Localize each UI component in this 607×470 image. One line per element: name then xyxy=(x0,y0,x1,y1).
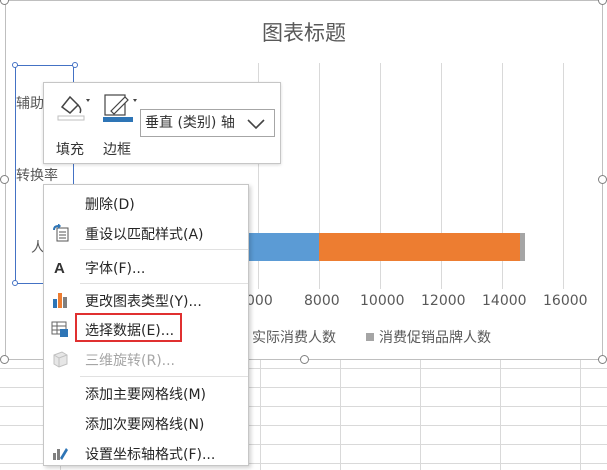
svg-text:A: A xyxy=(54,260,65,276)
bar-segment-2[interactable] xyxy=(319,233,521,261)
menu-item-label: 删除(D) xyxy=(85,197,135,213)
chart-element-value: 垂直 (类别) 轴 xyxy=(145,115,235,131)
menu-item-format-axis[interactable]: 设置坐标轴格式(F)... xyxy=(44,439,248,467)
x-tick-label: 10000 xyxy=(360,293,405,309)
paint-bucket-icon xyxy=(57,95,90,121)
bar-segment-3[interactable] xyxy=(520,233,525,261)
reset-style-icon xyxy=(53,224,69,242)
context-menu: 删除(D) 重设以匹配样式(A) A 字体(F)... 更改图表类型(Y)... xyxy=(43,184,249,466)
legend-item[interactable]: 消费促销品牌人数 xyxy=(366,327,491,347)
resize-handle[interactable] xyxy=(598,175,607,184)
chart-element-dropdown[interactable]: 垂直 (类别) 轴 xyxy=(140,109,275,137)
category-label: 辅助 xyxy=(16,96,44,112)
resize-handle[interactable] xyxy=(300,355,309,364)
menu-item-3d-rotation: 三维旋转(R)... xyxy=(44,345,248,373)
menu-separator xyxy=(80,376,248,377)
menu-item-label: 更改图表类型(Y)... xyxy=(85,294,202,310)
menu-item-label: 添加次要网格线(N) xyxy=(85,417,205,433)
menu-separator xyxy=(80,283,248,284)
menu-item-label: 设置坐标轴格式(F)... xyxy=(85,447,216,463)
axis-handle[interactable] xyxy=(72,62,78,68)
axis-handle[interactable] xyxy=(12,62,18,68)
outline-label: 边框 xyxy=(103,142,131,158)
menu-item-label: 重设以匹配样式(A) xyxy=(85,227,204,243)
fill-label: 填充 xyxy=(56,142,84,158)
chevron-down-icon xyxy=(247,119,265,130)
menu-item-label: 字体(F)... xyxy=(85,261,146,277)
menu-item-add-minor-gridlines[interactable]: 添加次要网格线(N) xyxy=(44,409,248,437)
3d-rotation-icon xyxy=(53,351,68,368)
x-tick-label: 8000 xyxy=(304,293,340,309)
resize-handle[interactable] xyxy=(0,175,9,184)
outline-button[interactable]: 边框 xyxy=(101,89,141,159)
legend-item[interactable]: 实际消费人数 xyxy=(252,327,336,347)
menu-item-delete[interactable]: 删除(D) xyxy=(44,189,248,217)
chart-title[interactable]: 图表标题 xyxy=(6,17,602,47)
legend-label: 消费促销品牌人数 xyxy=(379,330,491,346)
gridline xyxy=(563,63,564,289)
menu-item-label: 三维旋转(R)... xyxy=(85,353,176,369)
resize-handle[interactable] xyxy=(0,355,9,364)
select-data-icon xyxy=(51,321,68,337)
menu-item-label: 添加主要网格线(M) xyxy=(85,387,207,403)
x-tick-label: 14000 xyxy=(482,293,527,309)
mini-toolbar: 填充 边框 垂直 (类别) 轴 xyxy=(43,82,281,164)
resize-handle[interactable] xyxy=(598,355,607,364)
x-tick-label: 000 xyxy=(246,293,273,309)
menu-separator xyxy=(80,249,248,250)
fill-button[interactable]: 填充 xyxy=(54,89,94,159)
axis-handle[interactable] xyxy=(12,280,18,286)
font-icon: A xyxy=(54,260,65,276)
menu-item-change-chart-type[interactable]: 更改图表类型(Y)... xyxy=(44,286,248,314)
menu-item-reset-style[interactable]: 重设以匹配样式(A) xyxy=(44,219,248,247)
format-axis-icon xyxy=(53,448,68,460)
category-label: 转换率 xyxy=(16,168,58,184)
x-tick-label: 12000 xyxy=(421,293,466,309)
legend-swatch xyxy=(366,333,374,341)
pen-outline-icon xyxy=(103,94,137,122)
menu-item-font[interactable]: A 字体(F)... xyxy=(44,253,248,281)
legend-label: 实际消费人数 xyxy=(252,330,336,346)
menu-item-add-major-gridlines[interactable]: 添加主要网格线(M) xyxy=(44,379,248,407)
x-tick-label: 16000 xyxy=(543,293,588,309)
chart-type-icon xyxy=(53,293,67,308)
highlight-box xyxy=(75,313,182,342)
